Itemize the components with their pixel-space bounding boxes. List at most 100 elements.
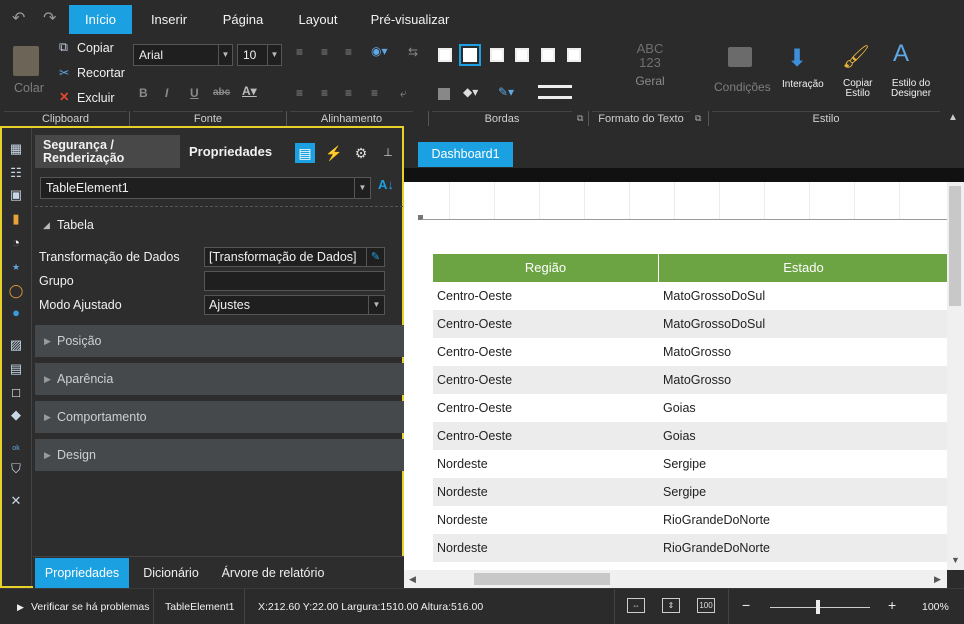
map-tool-icon[interactable]: ●: [8, 306, 24, 320]
copy-style-button[interactable]: Copiar Estilo: [843, 79, 872, 99]
align-middle-icon[interactable]: ≡: [321, 45, 328, 59]
zoom-out-icon[interactable]: −: [742, 597, 750, 613]
category-design[interactable]: ▶ Design: [35, 439, 404, 471]
number-format-label[interactable]: Geral: [628, 74, 672, 88]
font-color-icon[interactable]: A▾: [242, 84, 257, 98]
chart-tool-icon[interactable]: ▮: [8, 212, 24, 226]
category-aparencia[interactable]: ▶ Aparência: [35, 363, 404, 395]
redo-icon[interactable]: ↷: [43, 8, 56, 28]
indicator-tool-icon[interactable]: ★: [8, 260, 24, 274]
column-header-regiao[interactable]: Região: [433, 254, 659, 282]
designer-style-button[interactable]: Estilo do Designer: [891, 79, 931, 99]
underline-icon[interactable]: U: [190, 86, 199, 100]
column-header-estado[interactable]: Estado: [660, 254, 947, 282]
align-right-icon[interactable]: ≡: [345, 86, 352, 100]
check-issues-button[interactable]: Verificar se há problemas: [31, 601, 149, 613]
table-element[interactable]: Região Estado Centro-Oeste MatoGrossoDoSu…: [433, 254, 947, 562]
category-posicao[interactable]: ▶ Posição: [35, 325, 404, 357]
actual-size-icon[interactable]: 100: [697, 598, 715, 613]
border-none-icon[interactable]: [459, 44, 481, 66]
table-tool-icon[interactable]: ▦: [8, 142, 24, 156]
border-bottom-icon[interactable]: [567, 48, 581, 62]
pivot-tool-icon[interactable]: ▣: [8, 188, 24, 202]
button-tool-icon[interactable]: ok: [8, 442, 24, 456]
prop-value-grupo[interactable]: [204, 271, 385, 291]
tab-bottom-arvore[interactable]: Árvore de relatório: [219, 558, 327, 589]
scroll-down-icon[interactable]: ▼: [951, 555, 960, 565]
background-fill-icon[interactable]: [438, 88, 450, 100]
paste-button[interactable]: Colar: [14, 81, 44, 95]
zoom-slider[interactable]: [770, 607, 870, 608]
shape-tool-icon[interactable]: ◆: [8, 408, 24, 422]
rotate-text-icon[interactable]: ◉▾: [371, 44, 388, 58]
align-top-icon[interactable]: ≡: [296, 45, 303, 59]
fill-color-icon[interactable]: ◆▾: [463, 85, 478, 99]
filter-tool-icon[interactable]: ⛉: [8, 462, 24, 476]
document-tab[interactable]: Dashboard1: [418, 142, 513, 167]
tab-inicio[interactable]: Início: [69, 5, 132, 34]
tab-properties[interactable]: Propriedades: [189, 144, 272, 159]
gear-icon[interactable]: ⚙: [351, 143, 371, 163]
tab-pre-visualizar[interactable]: Pré-visualizar: [360, 5, 460, 34]
fit-width-icon[interactable]: ⇔: [627, 598, 645, 613]
cut-button[interactable]: Recortar: [77, 66, 125, 80]
image-tool-icon[interactable]: ▨: [8, 338, 24, 352]
border-all-icon[interactable]: [438, 48, 452, 62]
horizontal-scrollbar[interactable]: ◀ ▶: [404, 570, 947, 588]
scroll-right-icon[interactable]: ▶: [934, 574, 941, 585]
align-left-icon[interactable]: ≡: [296, 86, 303, 100]
element-selector[interactable]: TableElement1 ▼: [40, 177, 371, 199]
section-tabela[interactable]: ◢ Tabela: [35, 214, 94, 236]
cards-tool-icon[interactable]: ☷: [8, 166, 24, 180]
tab-bottom-propriedades[interactable]: Propriedades: [35, 558, 129, 589]
tab-bottom-dicionario[interactable]: Dicionário: [137, 558, 205, 589]
border-style-icon[interactable]: [538, 85, 572, 99]
dialog-launcher-icon[interactable]: ⧉: [577, 113, 583, 124]
tab-layout[interactable]: Layout: [288, 5, 348, 34]
zoom-in-icon[interactable]: +: [888, 597, 896, 613]
interaction-button[interactable]: Interação: [782, 79, 824, 90]
sort-alpha-icon[interactable]: A↓: [378, 177, 394, 192]
italic-icon[interactable]: I: [165, 86, 168, 100]
zoom-slider-thumb[interactable]: [816, 600, 820, 614]
font-size-select[interactable]: 10 ▼: [237, 44, 282, 66]
pin-icon[interactable]: ⊥: [378, 143, 398, 163]
vertical-scroll-thumb[interactable]: [949, 186, 961, 306]
copy-button[interactable]: Copiar: [77, 41, 114, 55]
align-bottom-icon[interactable]: ≡: [345, 45, 352, 59]
dialog-launcher-icon[interactable]: ⧉: [695, 113, 701, 124]
justify-icon[interactable]: ≡: [371, 86, 378, 100]
collapse-ribbon-icon[interactable]: ▲: [948, 112, 958, 123]
scroll-left-icon[interactable]: ◀: [409, 574, 416, 585]
progress-tool-icon[interactable]: ◯: [8, 284, 24, 298]
edit-icon[interactable]: ✎: [366, 248, 384, 266]
expand-icon[interactable]: ▶: [17, 602, 24, 613]
fit-height-icon[interactable]: ⇕: [662, 598, 680, 613]
tab-inserir[interactable]: Inserir: [140, 5, 198, 34]
word-wrap-icon[interactable]: ⤶: [400, 86, 407, 101]
horizontal-scroll-thumb[interactable]: [474, 573, 610, 585]
properties-view-icon[interactable]: ▤: [295, 143, 315, 163]
undo-icon[interactable]: ↶: [12, 8, 25, 28]
tab-pagina[interactable]: Página: [210, 5, 276, 34]
panel-tool-icon[interactable]: □: [8, 386, 24, 400]
border-color-icon[interactable]: ✎▾: [498, 85, 514, 99]
border-top-icon[interactable]: [490, 48, 504, 62]
font-family-select[interactable]: Arial ▼: [133, 44, 233, 66]
vertical-scrollbar[interactable]: ▼: [947, 182, 964, 570]
align-center-icon[interactable]: ≡: [321, 86, 328, 100]
prop-value-transformacao[interactable]: [Transformação de Dados] ✎: [204, 247, 385, 267]
text-direction-icon[interactable]: ⇆: [408, 45, 418, 59]
strikethrough-icon[interactable]: abc: [213, 87, 230, 98]
delete-button[interactable]: Excluir: [77, 91, 115, 105]
border-right-icon[interactable]: [541, 48, 555, 62]
design-canvas[interactable]: Região Estado Centro-Oeste MatoGrossoDoSu…: [404, 182, 947, 570]
tab-security-rendering[interactable]: Segurança / Renderização: [35, 135, 180, 168]
gauge-tool-icon[interactable]: ◔: [8, 236, 24, 250]
events-icon[interactable]: ⚡: [324, 143, 344, 163]
bold-icon[interactable]: B: [139, 86, 148, 100]
conditions-button[interactable]: Condições: [714, 80, 771, 94]
text-tool-icon[interactable]: ▤: [8, 362, 24, 376]
category-comportamento[interactable]: ▶ Comportamento: [35, 401, 404, 433]
prop-value-modo-ajustado[interactable]: Ajustes ▼: [204, 295, 385, 315]
